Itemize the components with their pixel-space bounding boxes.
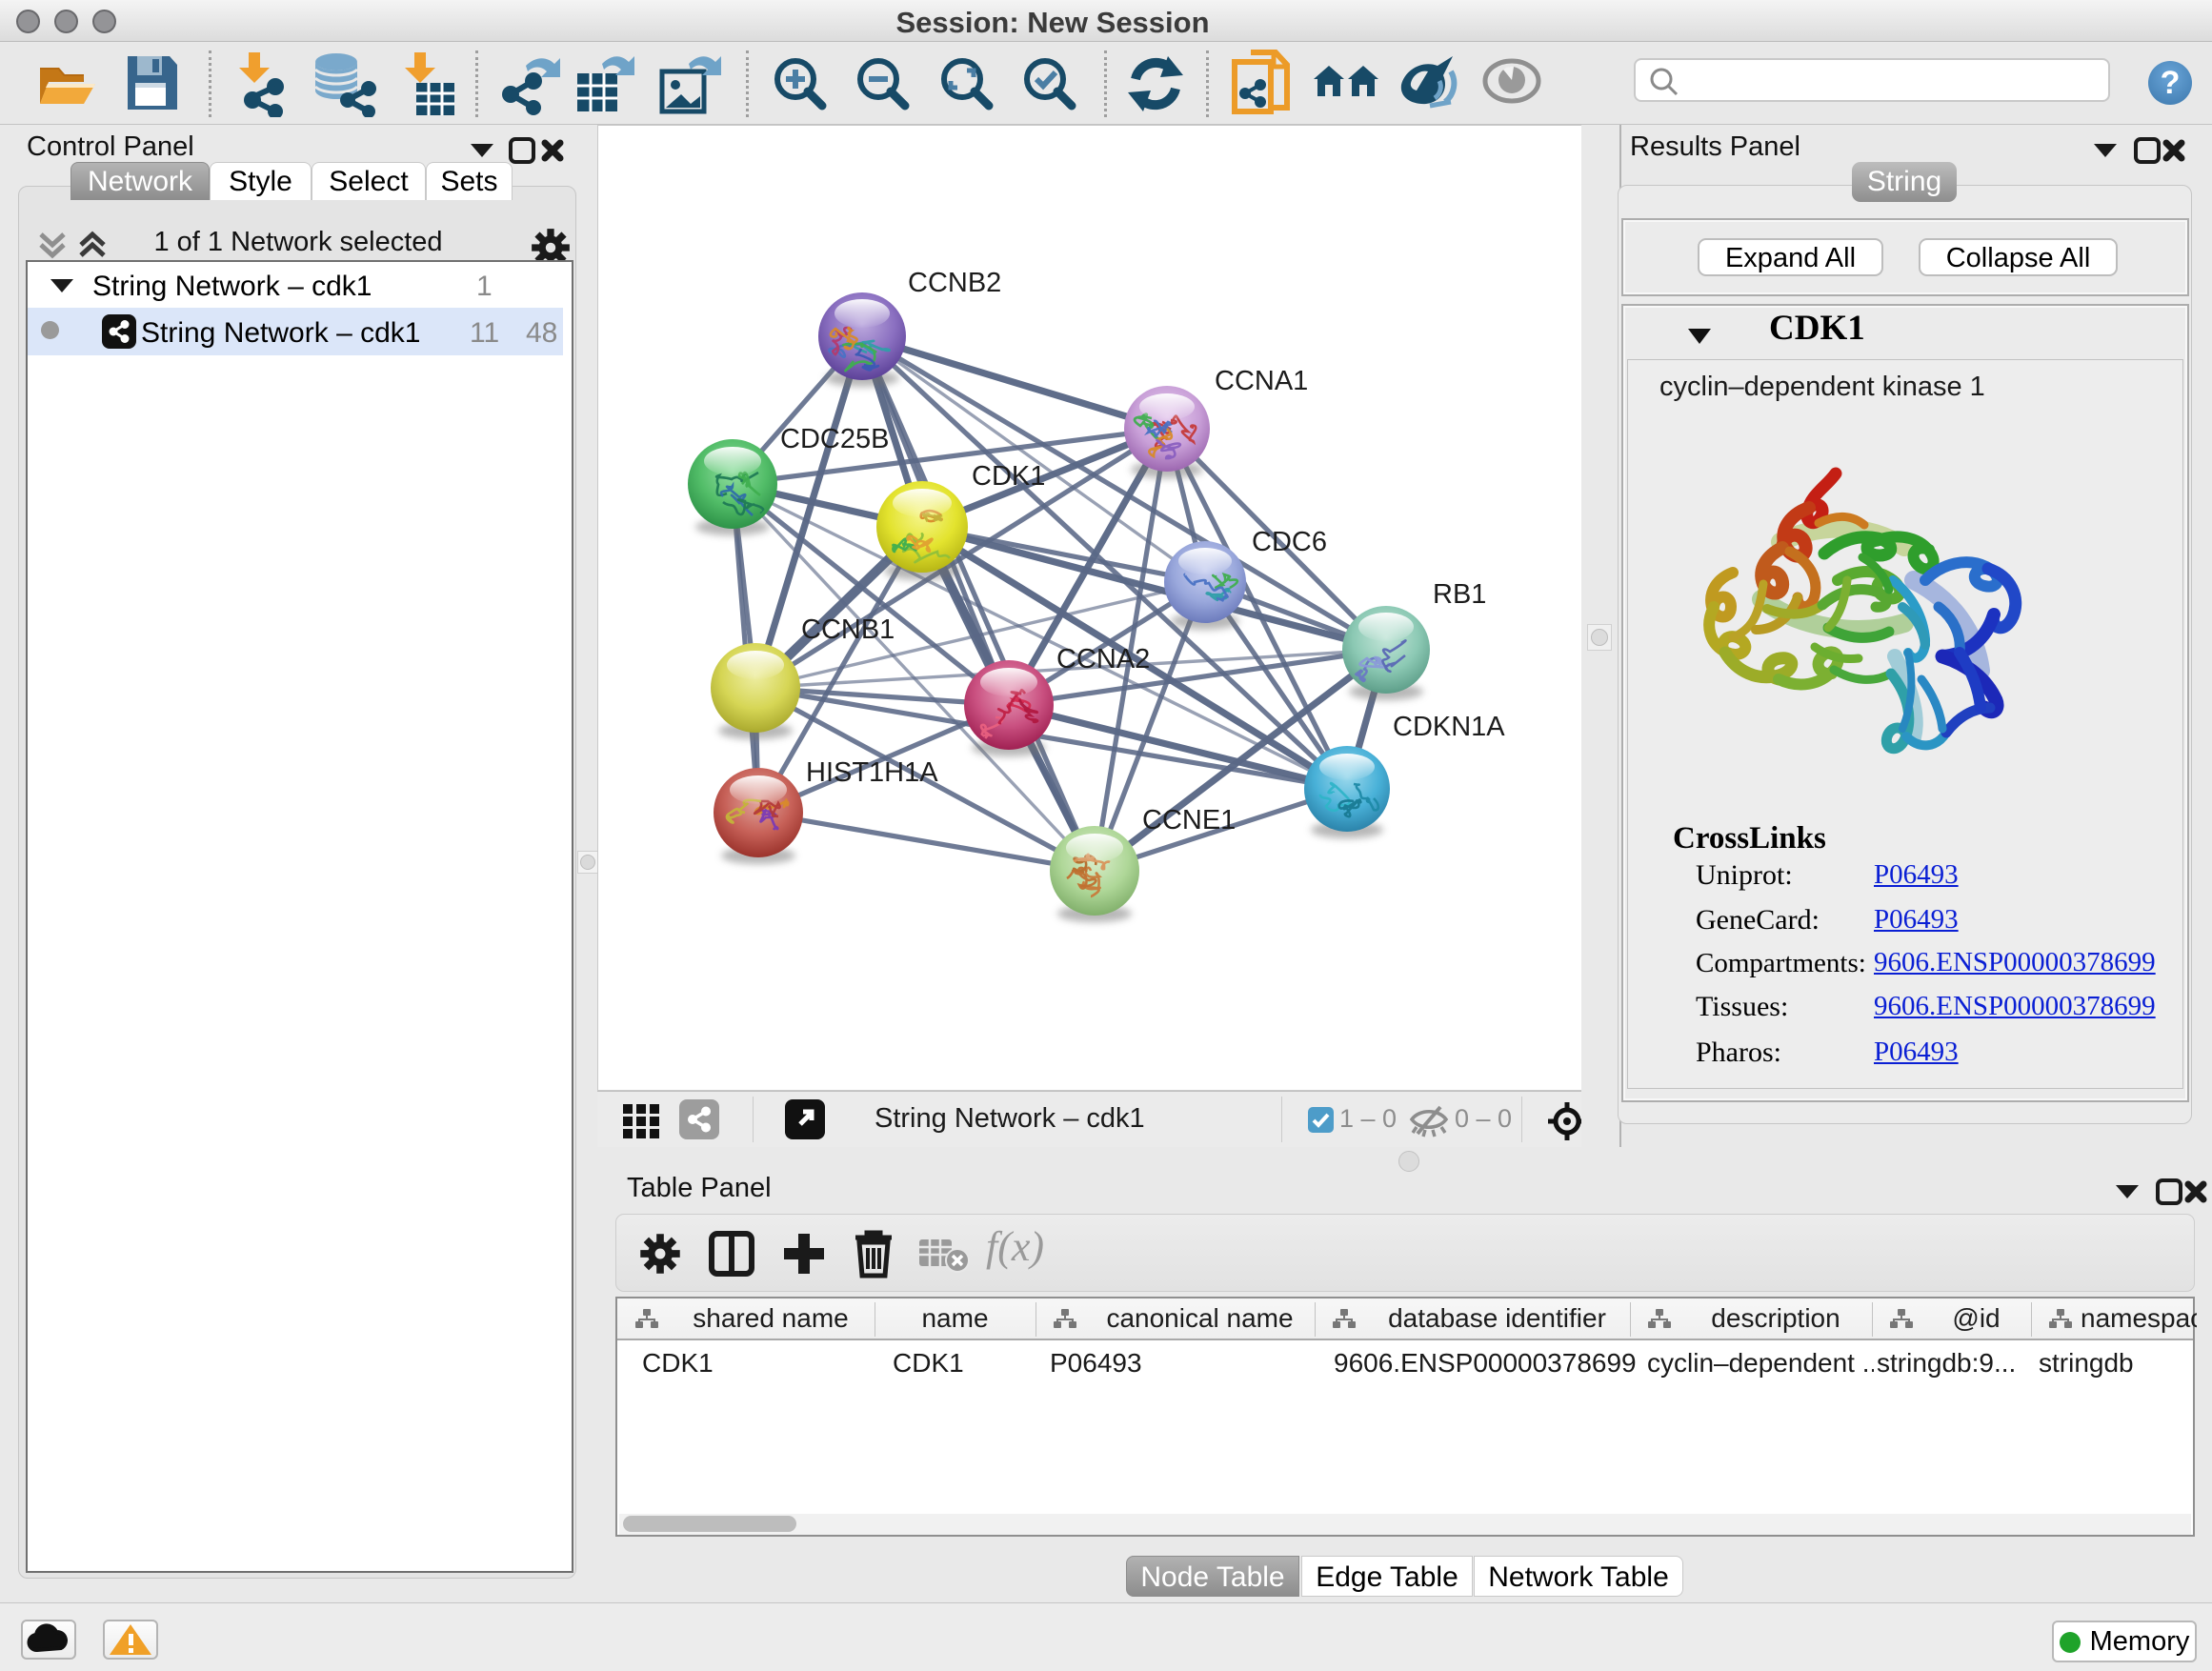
svg-text:HIST1H1A: HIST1H1A (806, 757, 938, 788)
svg-text:CDC25B: CDC25B (780, 424, 889, 454)
svg-text:RB1: RB1 (1433, 579, 1486, 610)
svg-text:CCNA1: CCNA1 (1215, 366, 1308, 396)
svg-text:CCNB2: CCNB2 (908, 268, 1001, 298)
svg-text:CDC6: CDC6 (1252, 527, 1327, 557)
svg-text:CDK1: CDK1 (972, 461, 1045, 492)
svg-text:CCNE1: CCNE1 (1142, 805, 1236, 836)
svg-text:CCNB1: CCNB1 (801, 614, 895, 645)
svg-text:CCNA2: CCNA2 (1056, 644, 1150, 674)
svg-text:CDKN1A: CDKN1A (1393, 712, 1505, 742)
